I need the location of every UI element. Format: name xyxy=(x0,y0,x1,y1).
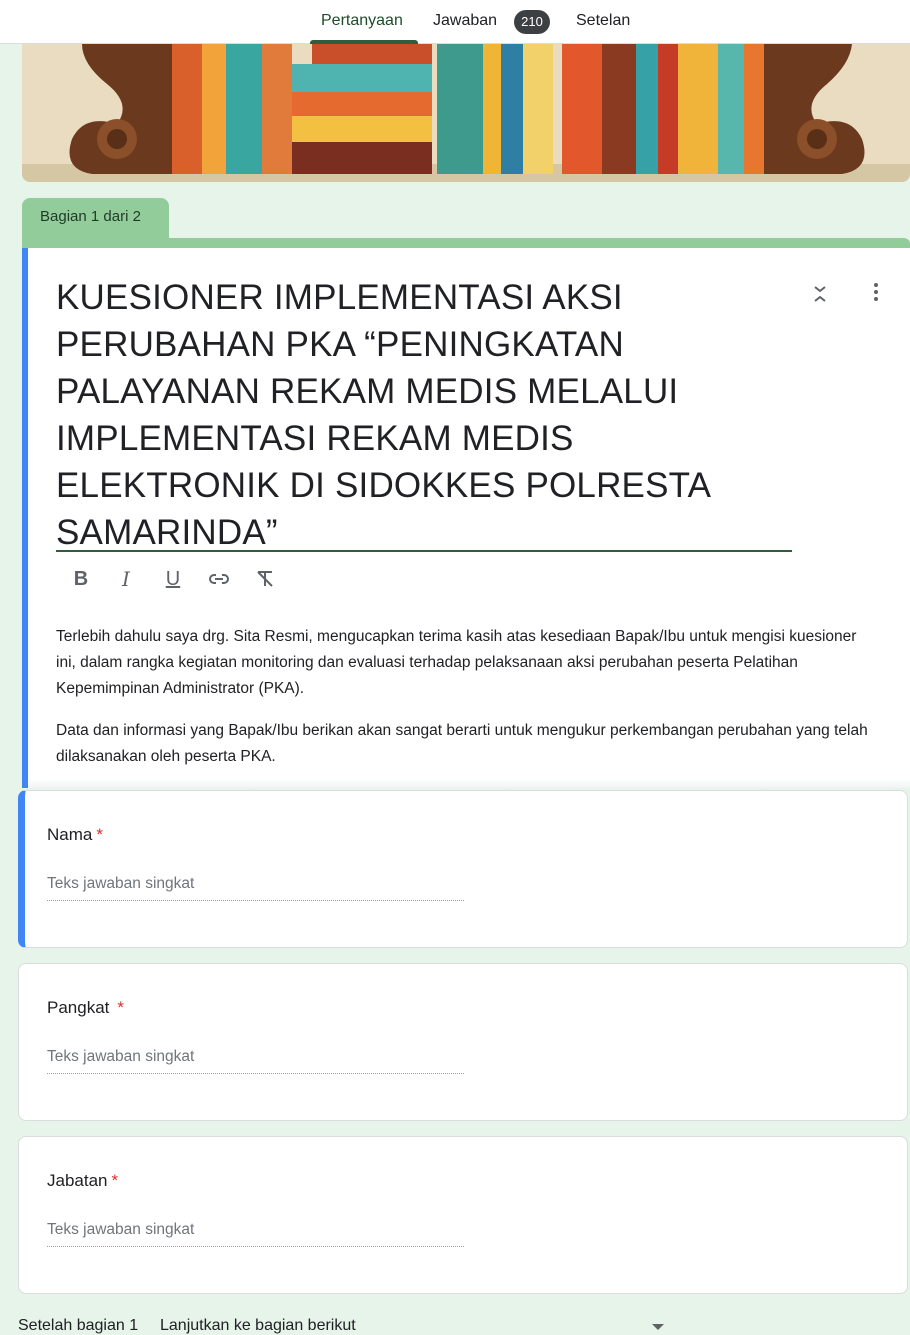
question-card-jabatan[interactable]: Jabatan * Teks jawaban singkat xyxy=(18,1136,908,1294)
dropdown-arrow-icon[interactable] xyxy=(652,1324,664,1330)
underline-icon[interactable]: U xyxy=(158,564,188,594)
tab-settings[interactable]: Setelan xyxy=(576,12,630,30)
after-section-label: Setelah bagian 1 xyxy=(18,1317,139,1334)
short-answer-field[interactable]: Teks jawaban singkat xyxy=(47,1221,464,1247)
top-nav: Pertanyaan Jawaban 210 Setelan xyxy=(0,0,910,44)
after-section-row: Setelah bagian 1 Lanjutkan ke bagian ber… xyxy=(18,1317,356,1335)
form-title[interactable]: KUESIONER IMPLEMENTASI AKSI PERUBAHAN PK… xyxy=(56,274,776,556)
card-bottom-fade xyxy=(28,778,910,788)
short-answer-field[interactable]: Teks jawaban singkat xyxy=(47,1048,464,1074)
more-options-icon[interactable] xyxy=(864,280,888,304)
bold-icon[interactable]: B xyxy=(66,564,96,594)
question-label: Nama * xyxy=(47,825,103,844)
required-asterisk: * xyxy=(96,825,103,844)
required-asterisk: * xyxy=(111,1171,119,1190)
italic-icon[interactable]: I xyxy=(111,564,141,594)
section-indicator: Bagian 1 dari 2 xyxy=(22,198,169,240)
header-banner-image xyxy=(22,44,910,182)
question-label: Jabatan * xyxy=(47,1171,119,1190)
description-paragraph: Terlebih dahulu saya drg. Sita Resmi, me… xyxy=(56,628,857,697)
collapse-section-icon[interactable] xyxy=(808,282,832,306)
short-answer-field[interactable]: Teks jawaban singkat xyxy=(47,875,464,901)
required-asterisk: * xyxy=(117,998,125,1017)
question-card-nama[interactable]: Nama * Teks jawaban singkat xyxy=(18,790,908,948)
title-underline xyxy=(56,550,792,552)
question-card-pangkat[interactable]: Pangkat * Teks jawaban singkat xyxy=(18,963,908,1121)
question-label: Pangkat * xyxy=(47,998,125,1017)
tab-responses[interactable]: Jawaban xyxy=(433,12,497,30)
clear-format-icon[interactable] xyxy=(250,564,280,594)
link-icon[interactable] xyxy=(204,564,234,594)
tab-questions[interactable]: Pertanyaan xyxy=(321,12,403,30)
form-title-card[interactable]: KUESIONER IMPLEMENTASI AKSI PERUBAHAN PK… xyxy=(22,248,910,788)
after-section-select[interactable]: Lanjutkan ke bagian berikut xyxy=(160,1317,356,1335)
form-description[interactable]: Terlebih dahulu saya drg. Sita Resmi, me… xyxy=(56,624,876,770)
responses-count-badge: 210 xyxy=(514,10,550,34)
description-paragraph: Data dan informasi yang Bapak/Ibu berika… xyxy=(56,722,868,765)
